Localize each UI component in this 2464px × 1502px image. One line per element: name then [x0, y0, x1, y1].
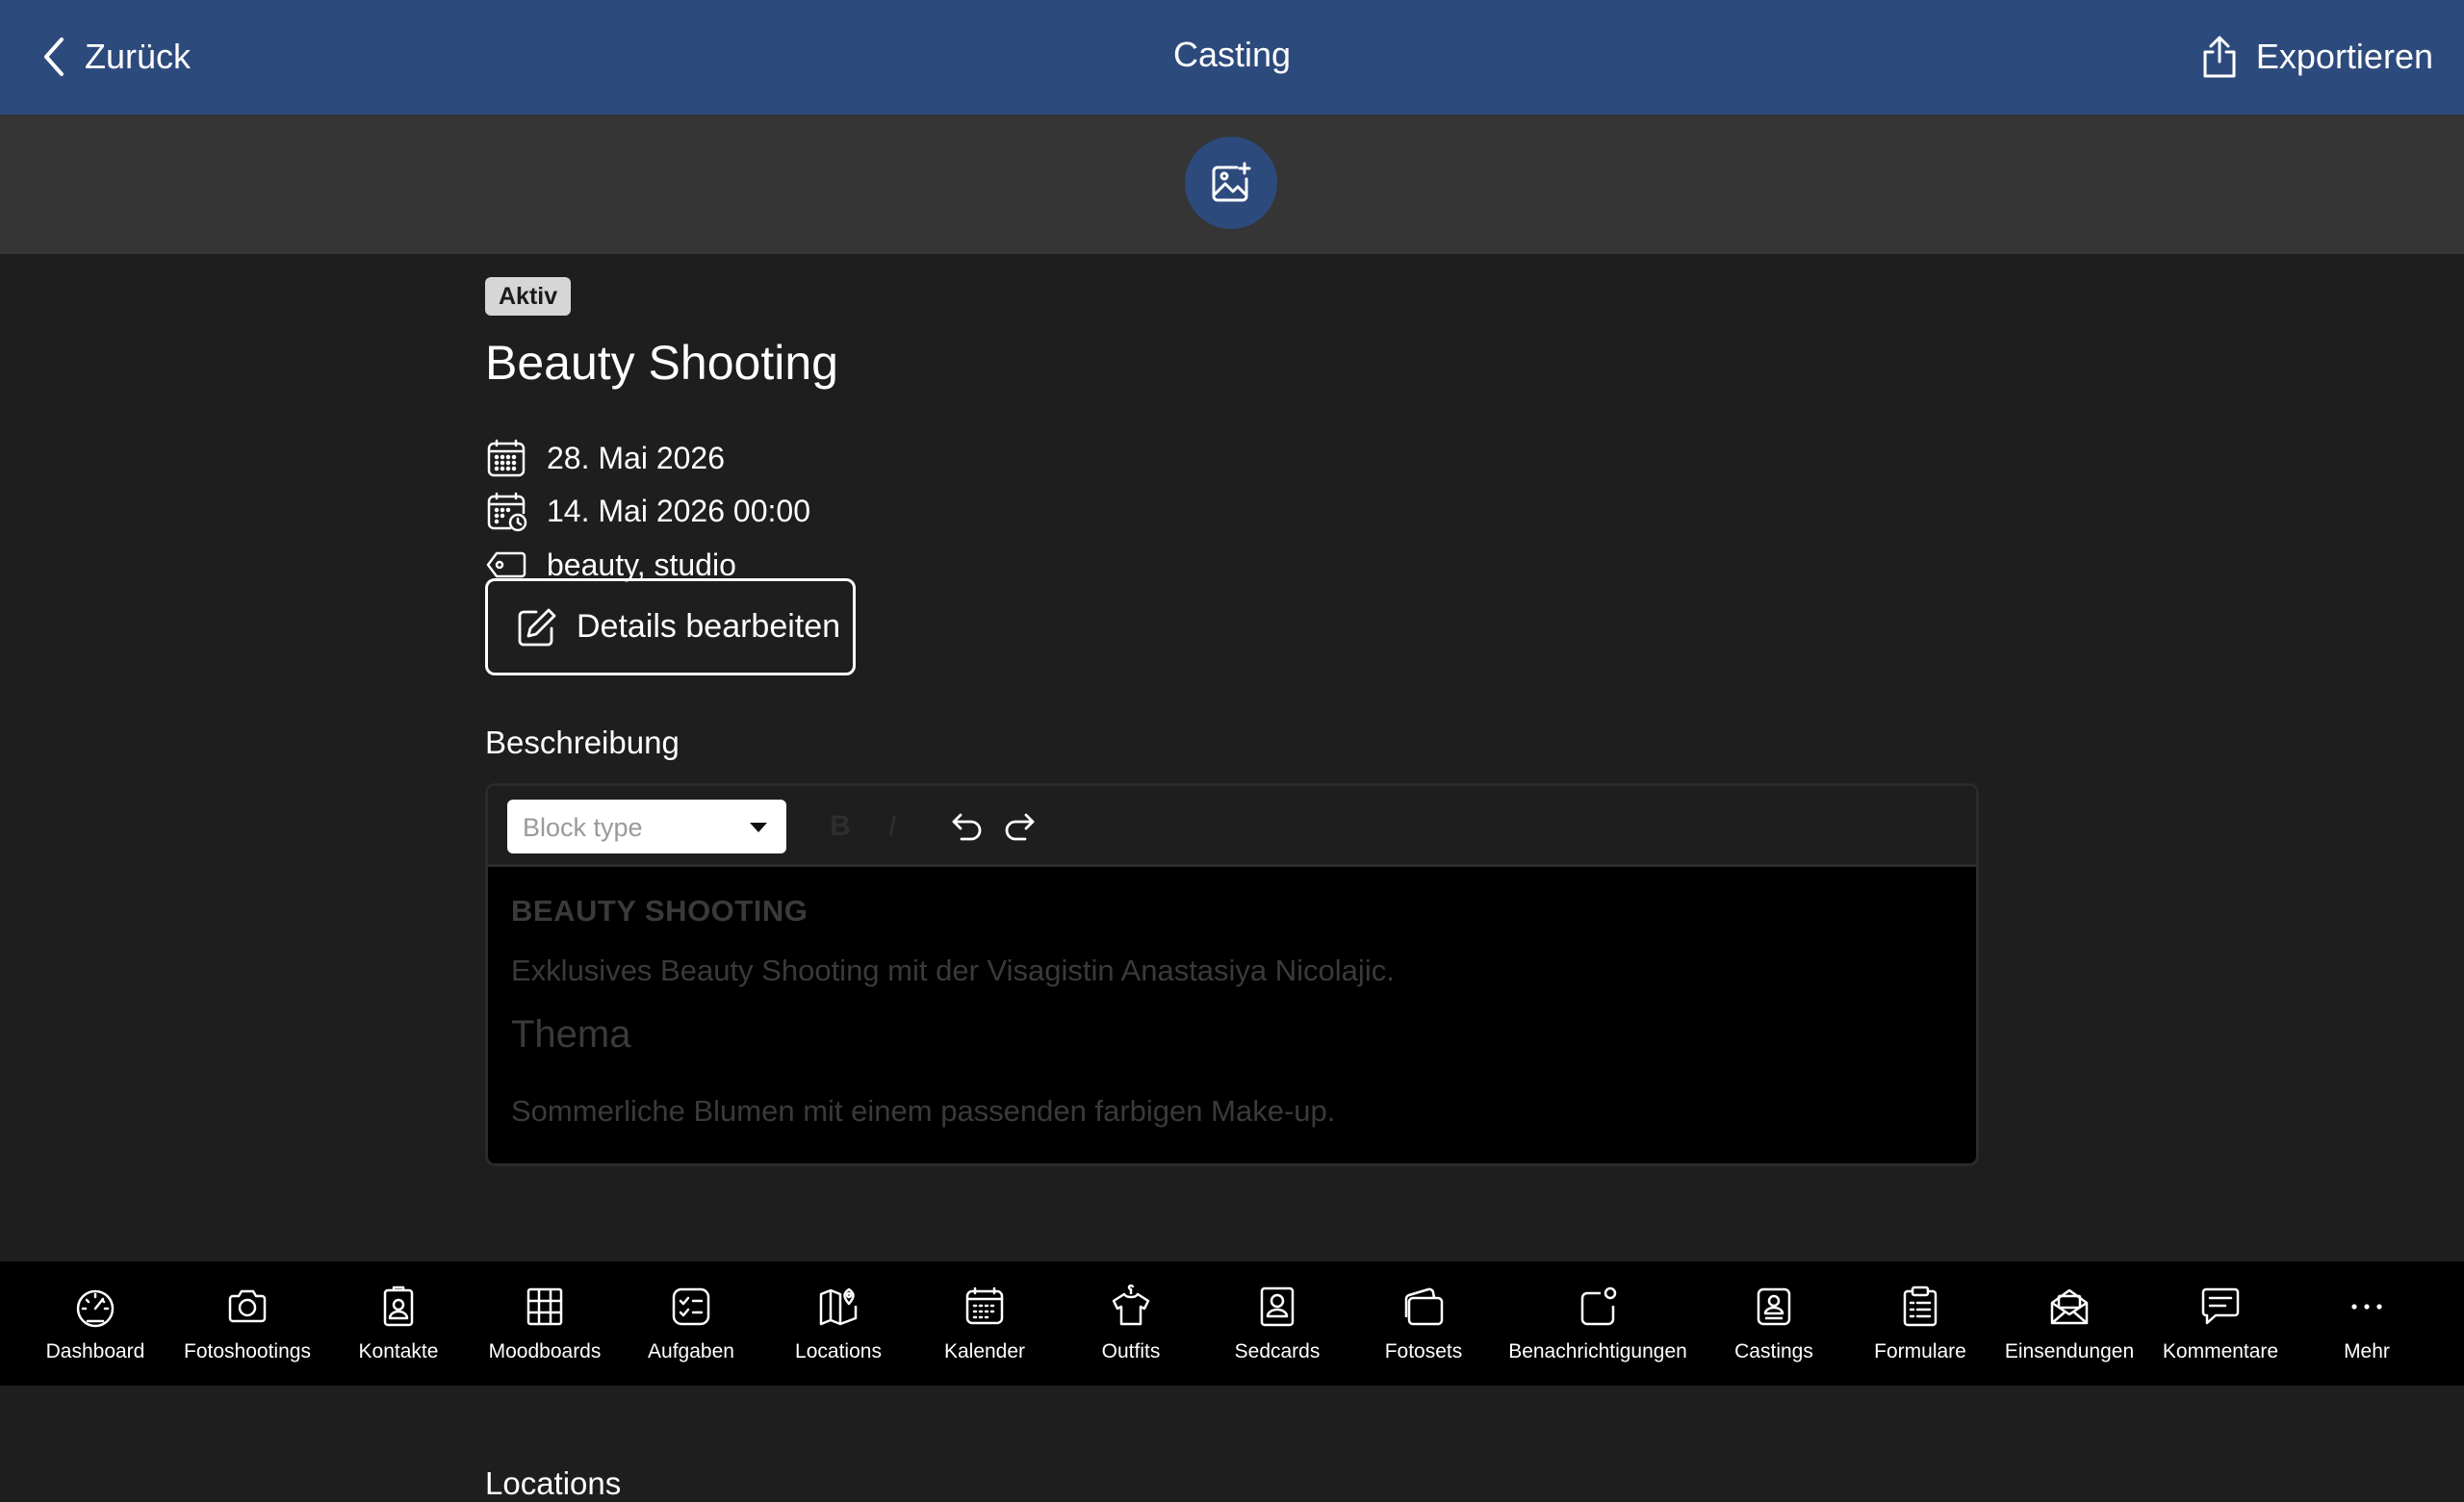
tab-label: Fotoshootings [184, 1340, 311, 1362]
bottom-tab-bar: Dashboard Fotoshootings Kontakte Moodboa… [0, 1261, 2464, 1386]
tab-formulare[interactable]: Formulare [1848, 1261, 1992, 1386]
edit-details-label: Details bearbeiten [577, 608, 841, 645]
tab-label: Kalender [943, 1340, 1026, 1362]
gauge-icon [76, 1289, 115, 1328]
tab-locations[interactable]: Locations [766, 1261, 911, 1386]
bold-button[interactable]: B [821, 807, 860, 846]
tab-label: Dashboard [45, 1340, 145, 1362]
more-icon [2351, 1304, 2382, 1310]
calendar-icon [965, 1286, 1004, 1325]
shirt-icon [1112, 1285, 1150, 1326]
status-badge: Aktiv [485, 277, 572, 316]
content-heading-1: BEAUTY SHOOTING [511, 894, 808, 928]
tab-fotoshootings[interactable]: Fotoshootings [175, 1261, 320, 1386]
undo-button[interactable] [948, 807, 987, 846]
tab-kontakte[interactable]: Kontakte [326, 1261, 471, 1386]
tab-label: Locations [795, 1340, 882, 1362]
casting-date-row: 28. Mai 2026 [485, 435, 725, 481]
content-paragraph-1: Exklusives Beauty Shooting mit der Visag… [511, 954, 1395, 987]
redo-button[interactable] [1000, 807, 1039, 846]
image-add-icon [1212, 162, 1251, 202]
photo-stack-icon [1404, 1287, 1444, 1326]
calendar-icon [487, 439, 526, 477]
content-heading-2: Thema [511, 1013, 631, 1056]
export-button[interactable]: Exportieren [2200, 29, 2433, 85]
tab-label: Kontakte [358, 1340, 439, 1362]
cover-image-area [0, 115, 2464, 254]
tab-benachrichtigungen[interactable]: Benachrichtigungen [1508, 1261, 1687, 1386]
tab-outfits[interactable]: Outfits [1059, 1261, 1203, 1386]
tab-label: Outfits [1101, 1340, 1161, 1362]
locations-heading: Locations [485, 1465, 622, 1501]
tab-label: Einsendungen [2004, 1340, 2135, 1362]
content-paragraph-2: Sommerliche Blumen mit einem passenden f… [511, 1094, 1336, 1128]
top-bar: Zurück Casting Exportieren [0, 0, 2464, 115]
comment-icon [2201, 1287, 2240, 1325]
casting-deadline: 14. Mai 2026 00:00 [547, 493, 810, 528]
tab-einsendungen[interactable]: Einsendungen [1997, 1261, 2142, 1386]
tab-moodboards[interactable]: Moodboards [473, 1261, 617, 1386]
tab-label: Aufgaben [648, 1340, 734, 1362]
calendar-clock-icon [487, 492, 527, 532]
edit-details-button[interactable]: Details bearbeiten [485, 578, 856, 675]
block-type-select[interactable]: Block type [507, 800, 786, 853]
casting-tags: beauty, studio [547, 547, 736, 582]
editor-content[interactable]: BEAUTY SHOOTING Exklusives Beauty Shooti… [488, 867, 1976, 1163]
tab-label: Benachrichtigungen [1508, 1340, 1687, 1362]
grid-board-icon [526, 1287, 563, 1326]
checklist-icon [672, 1287, 710, 1326]
page-title: Casting [1172, 35, 1292, 74]
tab-label: Kommentare [2162, 1340, 2279, 1362]
caret-down-icon [750, 823, 767, 832]
editor-toolbar: Block type B I [488, 786, 1976, 867]
contact-card-icon [383, 1286, 414, 1327]
block-type-placeholder: Block type [523, 813, 643, 842]
camera-icon [228, 1289, 267, 1323]
tab-label: Castings [1734, 1340, 1813, 1362]
export-label: Exportieren [2255, 37, 2433, 76]
map-pin-icon [819, 1287, 858, 1326]
casting-icon [1757, 1287, 1791, 1326]
tab-label: Mehr [2344, 1340, 2390, 1362]
tab-label: Fotosets [1384, 1340, 1463, 1362]
mail-icon [2050, 1288, 2089, 1325]
tab-fotosets[interactable]: Fotosets [1351, 1261, 1496, 1386]
tab-aufgaben[interactable]: Aufgaben [619, 1261, 763, 1386]
casting-date: 28. Mai 2026 [547, 440, 726, 475]
sedcard-icon [1260, 1286, 1295, 1327]
clipboard-icon [1903, 1286, 1938, 1327]
tab-dashboard[interactable]: Dashboard [23, 1261, 167, 1386]
casting-deadline-row: 14. Mai 2026 00:00 [485, 488, 810, 534]
tab-kommentare[interactable]: Kommentare [2148, 1261, 2293, 1386]
edit-icon [518, 608, 556, 646]
undo-icon [952, 813, 982, 841]
tab-label: Moodboards [488, 1340, 602, 1362]
tab-kalender[interactable]: Kalender [912, 1261, 1057, 1386]
share-icon [2203, 36, 2236, 78]
tab-label: Sedcards [1234, 1340, 1321, 1362]
tab-label: Formulare [1874, 1340, 1966, 1362]
tab-castings[interactable]: Castings [1702, 1261, 1846, 1386]
add-cover-image-button[interactable] [1185, 137, 1277, 229]
redo-icon [1005, 813, 1035, 841]
description-heading: Beschreibung [485, 725, 680, 760]
tab-mehr[interactable]: Mehr [2295, 1261, 2439, 1386]
casting-title: Beauty Shooting [485, 336, 838, 390]
italic-button[interactable]: I [873, 807, 911, 846]
tab-sedcards[interactable]: Sedcards [1205, 1261, 1349, 1386]
description-editor: Block type B I BEAUTY SHOOTING Exklusive… [485, 783, 1979, 1166]
notification-icon [1580, 1286, 1617, 1326]
